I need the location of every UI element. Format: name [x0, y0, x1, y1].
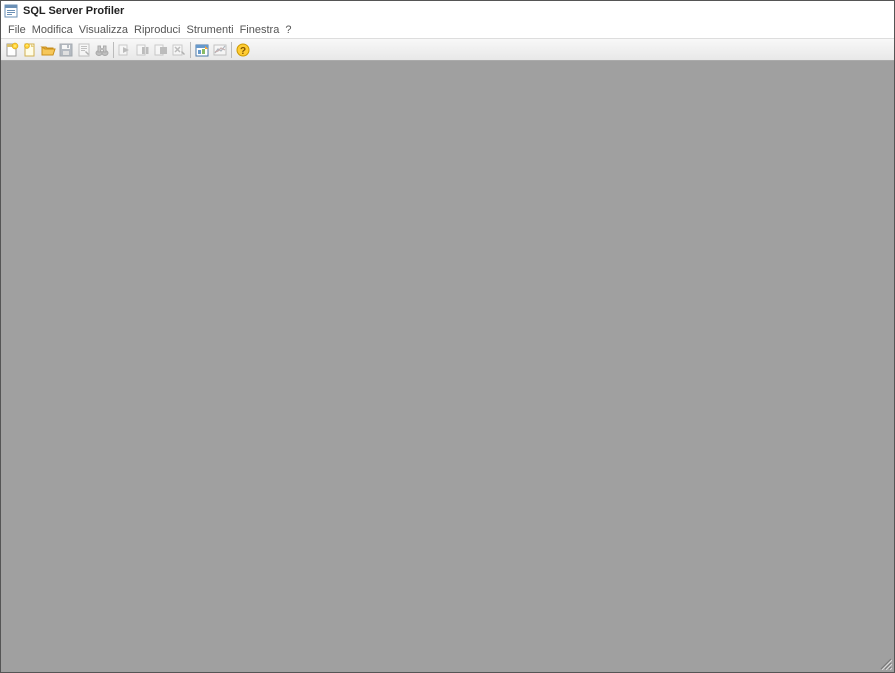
- clear-icon: [171, 42, 187, 58]
- menu-tools[interactable]: Strumenti: [184, 23, 237, 37]
- help-button[interactable]: ?: [234, 41, 252, 59]
- binoculars-icon: [94, 42, 110, 58]
- help-icon: ?: [235, 42, 251, 58]
- new-template-button[interactable]: [21, 41, 39, 59]
- toolbar-separator: [113, 42, 114, 58]
- resize-grip-icon[interactable]: [880, 658, 892, 670]
- floppy-disk-icon: [58, 42, 74, 58]
- menu-help[interactable]: ?: [282, 23, 294, 37]
- tuning-icon: [194, 42, 210, 58]
- menu-file[interactable]: File: [5, 23, 29, 37]
- toolbar: ?: [1, 39, 894, 61]
- clear-button: [170, 41, 188, 59]
- stop-button: [152, 41, 170, 59]
- pause-button: [134, 41, 152, 59]
- menu-replay[interactable]: Riproduci: [131, 23, 183, 37]
- open-button[interactable]: [39, 41, 57, 59]
- start-button: [116, 41, 134, 59]
- stop-icon: [153, 42, 169, 58]
- toolbar-separator: [231, 42, 232, 58]
- new-trace-button[interactable]: [3, 41, 21, 59]
- menu-edit[interactable]: Modifica: [29, 23, 76, 37]
- document-template-icon: [22, 42, 38, 58]
- play-icon: [117, 42, 133, 58]
- perfmon-button: [211, 41, 229, 59]
- document-new-icon: [4, 42, 20, 58]
- menu-bar: File Modifica Visualizza Riproduci Strum…: [1, 21, 894, 39]
- app-icon: [4, 3, 20, 19]
- title-bar: SQL Server Profiler: [1, 1, 894, 21]
- tuning-advisor-button[interactable]: [193, 41, 211, 59]
- properties-icon: [76, 42, 92, 58]
- pause-icon: [135, 42, 151, 58]
- app-title: SQL Server Profiler: [23, 5, 124, 17]
- menu-window[interactable]: Finestra: [237, 23, 283, 37]
- find-button: [93, 41, 111, 59]
- chart-icon: [212, 42, 228, 58]
- mdi-workspace: [1, 61, 894, 672]
- save-button: [57, 41, 75, 59]
- properties-button: [75, 41, 93, 59]
- folder-open-icon: [40, 42, 56, 58]
- svg-text:?: ?: [240, 46, 246, 57]
- menu-view[interactable]: Visualizza: [76, 23, 131, 37]
- toolbar-separator: [190, 42, 191, 58]
